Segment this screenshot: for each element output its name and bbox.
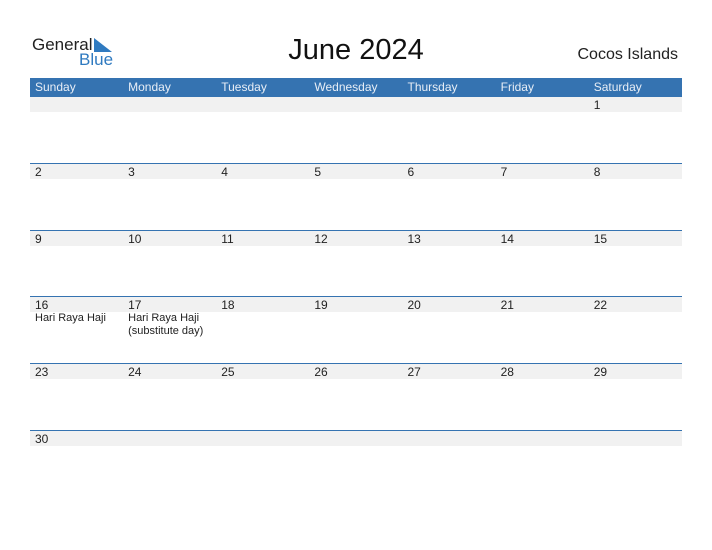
day-number: 25 [221, 365, 235, 379]
day-number: 23 [35, 365, 49, 379]
day-number [30, 97, 123, 112]
day-number: 27 [407, 365, 421, 379]
day-number: 4 [221, 165, 228, 179]
weekday-friday: Friday [500, 80, 534, 94]
holiday-label [403, 312, 496, 338]
day-number: 11 [221, 232, 234, 246]
week-row: 30 [30, 430, 682, 446]
day-number: 30 [35, 432, 49, 446]
weekday-tuesday: Tuesday [221, 80, 267, 94]
day-number: 6 [407, 165, 415, 179]
day-number: 20 [407, 298, 421, 312]
day-number: 29 [593, 365, 608, 379]
day-number [123, 97, 216, 112]
day-number [496, 97, 589, 112]
day-number-row: 2 3 4 5 6 7 8 [30, 164, 682, 179]
day-number-row: 16 17 18 19 20 21 22 [30, 297, 682, 312]
holiday-label [216, 312, 309, 338]
holiday-label: Hari Raya Haji [35, 312, 106, 324]
day-number: 15 [593, 232, 608, 246]
week-row: 23 24 25 26 27 28 29 [30, 363, 682, 379]
week-row: 9 10 11 12 13 14 15 [30, 230, 682, 246]
week-row: 16 17 18 19 20 21 22 Hari Raya Haji Hari Raya Ha… [30, 296, 682, 338]
day-number-row: 30 [30, 431, 682, 446]
day-number [216, 431, 309, 446]
day-number: 3 [128, 165, 135, 179]
day-number-row: 23 24 25 26 27 28 29 [30, 364, 682, 379]
day-number: 8 [593, 165, 601, 179]
day-number: 7 [500, 165, 508, 179]
holiday-label [589, 312, 682, 338]
holiday-label: Hari Raya Haji (substitute day) [128, 312, 204, 337]
day-number-row: 1 [30, 97, 682, 112]
day-number: 24 [128, 365, 142, 379]
weekday-wednesday: Wednesday [314, 80, 378, 94]
week-row: 2 3 4 5 6 7 8 [30, 163, 682, 179]
day-number-row: 9 10 11 12 13 14 15 [30, 231, 682, 246]
day-number: 19 [314, 298, 328, 312]
day-number: 10 [128, 232, 142, 246]
holiday-label [309, 312, 402, 338]
day-number: 13 [407, 232, 421, 246]
weekday-header: Sunday Monday Tuesday Wednesday Thursday… [30, 78, 682, 97]
day-number [589, 431, 682, 446]
day-number [403, 431, 496, 446]
holiday-row: Hari Raya Haji Hari Raya Haji (substitute… [30, 312, 682, 338]
weekday-sunday: Sunday [35, 80, 76, 94]
day-number: 14 [500, 232, 514, 246]
day-number [496, 431, 589, 446]
day-number [216, 97, 309, 112]
weekday-thursday: Thursday [407, 80, 458, 94]
day-number: 9 [35, 232, 42, 246]
day-number: 2 [35, 165, 42, 179]
day-number: 17 [128, 298, 142, 312]
day-number: 18 [221, 298, 235, 312]
day-number [309, 431, 402, 446]
day-number: 1 [593, 98, 601, 112]
day-number [309, 97, 402, 112]
day-number: 12 [314, 232, 328, 246]
day-number [123, 431, 216, 446]
week-row: 1 [30, 96, 682, 112]
country-label: Cocos Islands [577, 46, 679, 63]
day-number: 5 [314, 165, 322, 179]
day-number [403, 97, 496, 112]
day-number: 16 [35, 298, 49, 312]
holiday-label [496, 312, 589, 338]
day-number: 21 [500, 298, 514, 312]
weekday-saturday: Saturday [593, 80, 642, 94]
day-number: 22 [593, 298, 608, 312]
weekday-monday: Monday [128, 80, 171, 94]
day-number: 26 [314, 365, 328, 379]
day-number: 28 [500, 365, 514, 379]
